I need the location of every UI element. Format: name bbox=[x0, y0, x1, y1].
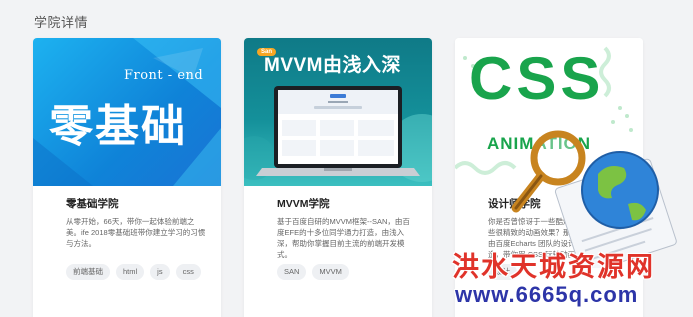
thumbnail-heading: Front - end bbox=[124, 68, 204, 83]
course-card-mvvm[interactable]: San MVVM由浅入深 MVVM学院 基于百度自研的MVVM框架--SAN，由… bbox=[244, 38, 432, 317]
tag[interactable]: 前端基础 bbox=[66, 264, 110, 280]
academy-page: 学院详情 Front - end 零基础 零基础学院 从零开始，66天，带你一起… bbox=[0, 0, 693, 317]
tag[interactable]: html bbox=[116, 264, 145, 280]
site-watermark: 洪水天城资源网 bbox=[452, 252, 655, 283]
course-tags: 前端基础 html js css bbox=[66, 264, 216, 280]
course-title[interactable]: 零基础学院 bbox=[66, 196, 119, 211]
course-thumbnail[interactable]: Front - end 零基础 bbox=[33, 38, 221, 186]
tag[interactable]: css bbox=[175, 264, 201, 280]
course-description: 基于百度自研的MVVM框架--SAN，由百度EFE的十多位同学通力打造，由浅入深… bbox=[277, 217, 410, 259]
course-title[interactable]: MVVM学院 bbox=[277, 196, 330, 211]
tag[interactable]: js bbox=[150, 264, 170, 280]
thumbnail-big-text: 零基础 bbox=[49, 102, 187, 151]
thumbnail-big-text: CSS bbox=[469, 45, 605, 112]
thumbnail-heading: MVVM由浅入深 bbox=[264, 55, 402, 76]
tag[interactable]: MVVM bbox=[312, 264, 349, 280]
course-thumbnail[interactable]: San MVVM由浅入深 bbox=[244, 38, 432, 186]
course-card-zero-basics[interactable]: Front - end 零基础 零基础学院 从零开始，66天，带你一起体验前端之… bbox=[33, 38, 221, 317]
site-watermark-url: www.6665q.com bbox=[455, 282, 639, 307]
course-tags: SAN MVVM bbox=[277, 264, 427, 280]
section-title: 学院详情 bbox=[34, 15, 89, 30]
tag[interactable]: SAN bbox=[277, 264, 307, 280]
course-description: 从零开始，66天，带你一起体验前端之美。ife 2018零基础班带你建立学习的习… bbox=[66, 217, 206, 248]
